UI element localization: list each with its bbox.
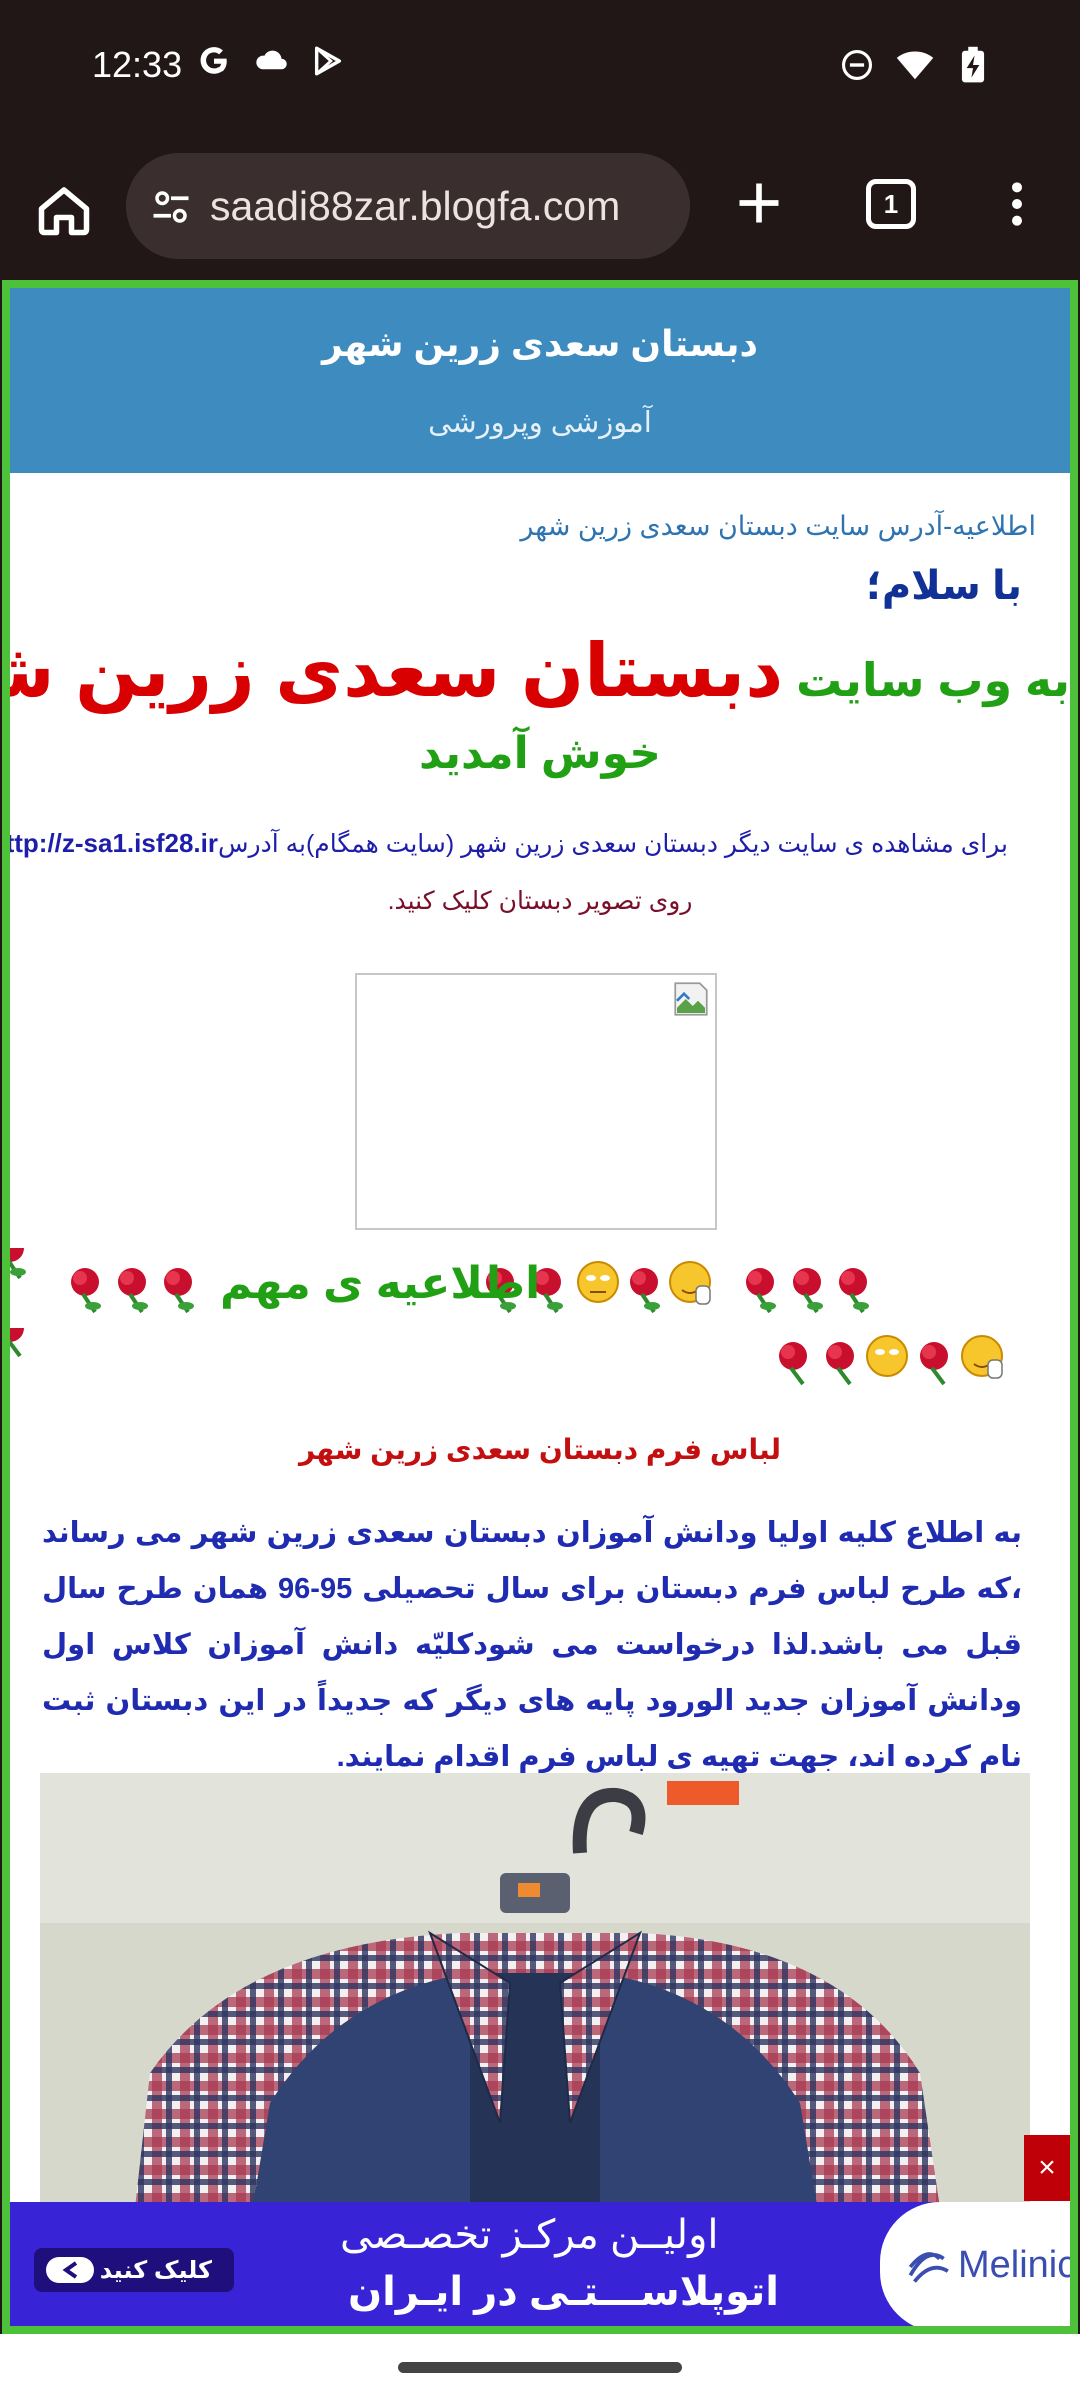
plus-icon[interactable]	[733, 177, 785, 229]
welcome-suffix: خوش آمدید	[419, 729, 661, 778]
play-store-icon	[314, 46, 342, 76]
melinic-logo-icon	[908, 2252, 949, 2283]
browser-toolbar: saadi88zar.blogfa.com 1	[0, 135, 1080, 280]
tab-count: 1	[883, 188, 899, 219]
visit-instruction: روی تصویر دبستان کلیک کنید.	[387, 887, 693, 915]
visit-text: برای مشاهده ی سایت دیگر دبستان سعدی زرین…	[10, 828, 1008, 859]
ad-headline-1: اولیــن مرکـز تخصـصی	[340, 2213, 719, 2257]
ad-logo-text: Melinic	[958, 2244, 1070, 2286]
cloud-icon	[256, 50, 287, 70]
welcome-prefix: به وب سایت	[783, 654, 1070, 706]
battery-charging-icon	[961, 46, 985, 83]
gesture-nav-bar	[0, 2334, 1080, 2400]
tabs-button[interactable]: 1	[866, 179, 916, 229]
home-icon[interactable]	[34, 180, 94, 240]
visit-url-link[interactable]: http://z-sa1.isf28.ir	[10, 828, 218, 858]
site-title[interactable]: دبستان سعدی زرین شهر	[10, 323, 1070, 365]
welcome-school-name: دبستان سعدی زرین شهر	[10, 629, 784, 712]
notice-decoration-row	[10, 1328, 1070, 1388]
nav-handle[interactable]	[398, 2362, 682, 2373]
broken-image-icon	[674, 982, 708, 1016]
ad-cta-label: کلیک کنید	[99, 2256, 212, 2284]
more-vert-icon[interactable]	[1000, 179, 1034, 229]
uniform-body-text: به اطلاع کلیه اولیا ودانش آموزان دبستان …	[42, 1517, 1022, 1773]
tune-icon[interactable]	[150, 186, 192, 228]
ad-headline-2: اتوپلاســـتـی در ایـران	[348, 2270, 779, 2314]
ad-cta-button[interactable]: کلیک کنید	[34, 2248, 234, 2292]
url-text[interactable]: saadi88zar.blogfa.com	[210, 183, 620, 230]
ad-logo: Melinic	[880, 2202, 1070, 2326]
ad-banner[interactable]: کلیک کنید اولیــن مرکـز تخصـصی اتوپلاســ…	[10, 2202, 1070, 2326]
uniform-title: لباس فرم دبستان سعدی زرین شهر	[298, 1434, 782, 1465]
greeting-text: با سلام؛	[865, 564, 1022, 608]
roses-decoration-right	[10, 1328, 1003, 1386]
arrow-left-icon	[46, 2257, 94, 2283]
visit-description: برای مشاهده ی سایت دیگر دبستان سعدی زرین…	[217, 830, 1008, 858]
status-bar: 12:33	[0, 0, 1080, 135]
welcome-heading: به وب سایت دبستان سعدی زرین شهر	[10, 628, 1070, 714]
address-bar[interactable]: saadi88zar.blogfa.com	[126, 153, 690, 259]
web-page: دبستان سعدی زرین شهر آموزشی وپرورشی اطلا…	[2, 280, 1078, 2334]
notice-title: اطلاعیه ی مهم	[220, 1259, 541, 1308]
google-icon	[200, 47, 227, 74]
wifi-icon	[896, 51, 934, 80]
do-not-disturb-icon	[841, 49, 873, 81]
status-time: 12:33	[92, 44, 183, 85]
school-image-link[interactable]	[355, 973, 717, 1230]
ad-close-button[interactable]: ×	[1024, 2135, 1070, 2201]
post-title-link[interactable]: اطلاعیه-آدرس سایت دبستان سعدی زرین شهر	[520, 511, 1036, 542]
site-subtitle: آموزشی وپرورشی	[428, 407, 652, 439]
site-header: دبستان سعدی زرین شهر آموزشی وپرورشی	[10, 288, 1070, 473]
